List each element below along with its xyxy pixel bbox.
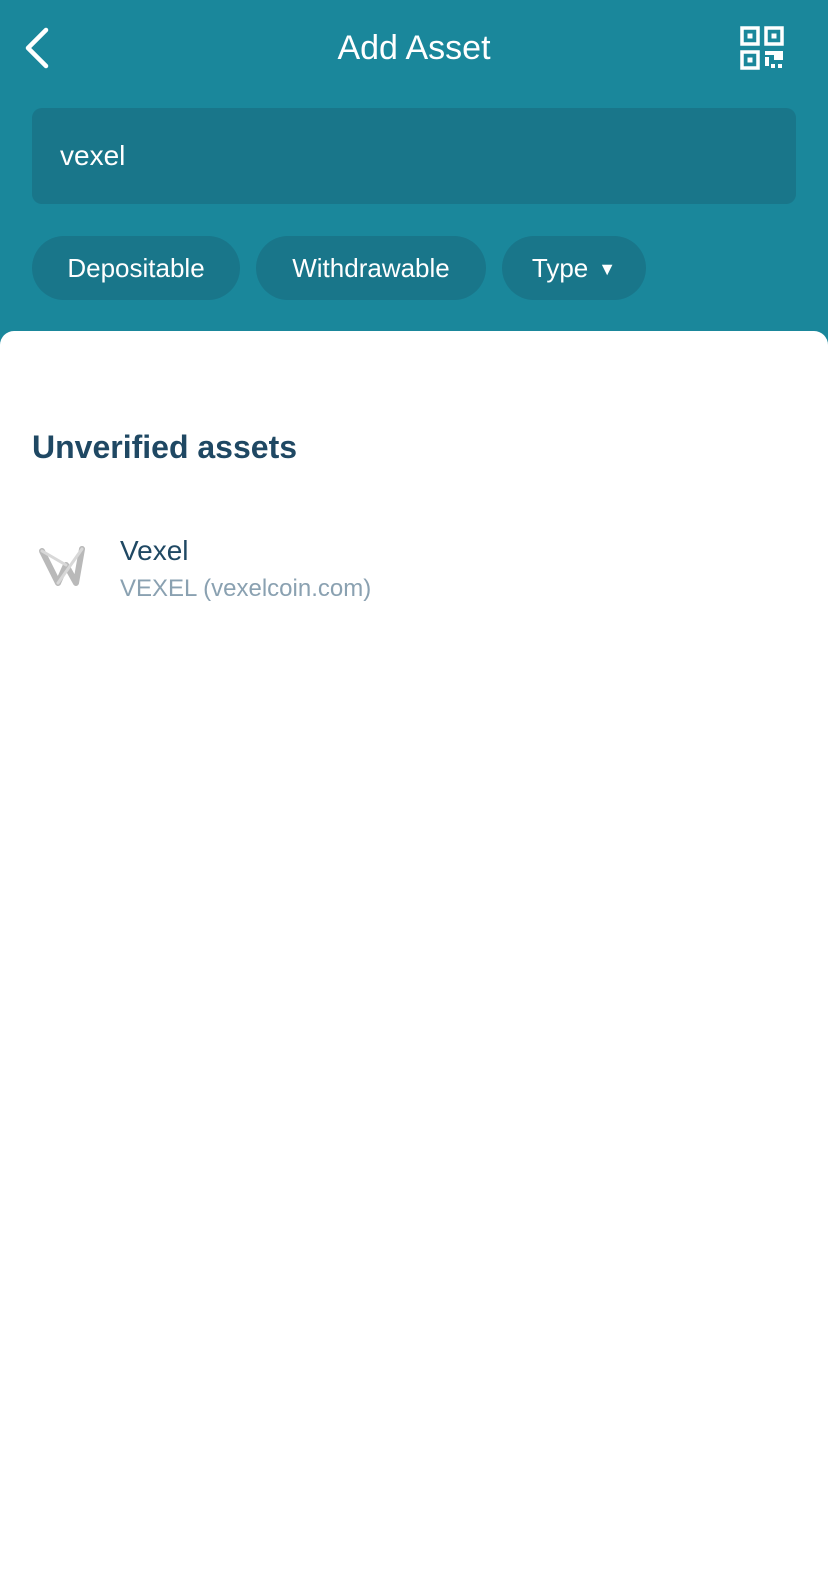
caret-down-icon: ▼ — [598, 259, 617, 279]
qr-code-icon — [740, 26, 784, 70]
section-title: Unverified assets — [32, 429, 298, 465]
filter-withdrawable-chip[interactable]: Withdrawable — [256, 236, 486, 300]
asset-subtitle: VEXEL (vexelcoin.com) — [120, 575, 372, 602]
results-sheet: Unverified assets Vexel VEXEL (vexelcoin… — [0, 331, 828, 1570]
vexel-logo-icon — [36, 541, 88, 593]
filter-type-dropdown[interactable]: Type ▼ — [502, 236, 646, 300]
search-field[interactable] — [32, 108, 796, 204]
qr-scan-button[interactable] — [740, 26, 784, 70]
search-input[interactable] — [60, 108, 760, 204]
filter-type-label: Type — [531, 253, 589, 283]
asset-name: Vexel — [120, 535, 189, 566]
filter-depositable-chip[interactable]: Depositable — [32, 236, 240, 300]
filter-depositable-label: Depositable — [67, 253, 205, 283]
filter-withdrawable-label: Withdrawable — [292, 253, 450, 283]
page-title: Add Asset — [337, 29, 491, 67]
app-header: Add Asset Depositable Withdrawable Type ▼ — [0, 0, 828, 340]
asset-list-item[interactable]: Vexel VEXEL (vexelcoin.com) — [0, 521, 828, 621]
